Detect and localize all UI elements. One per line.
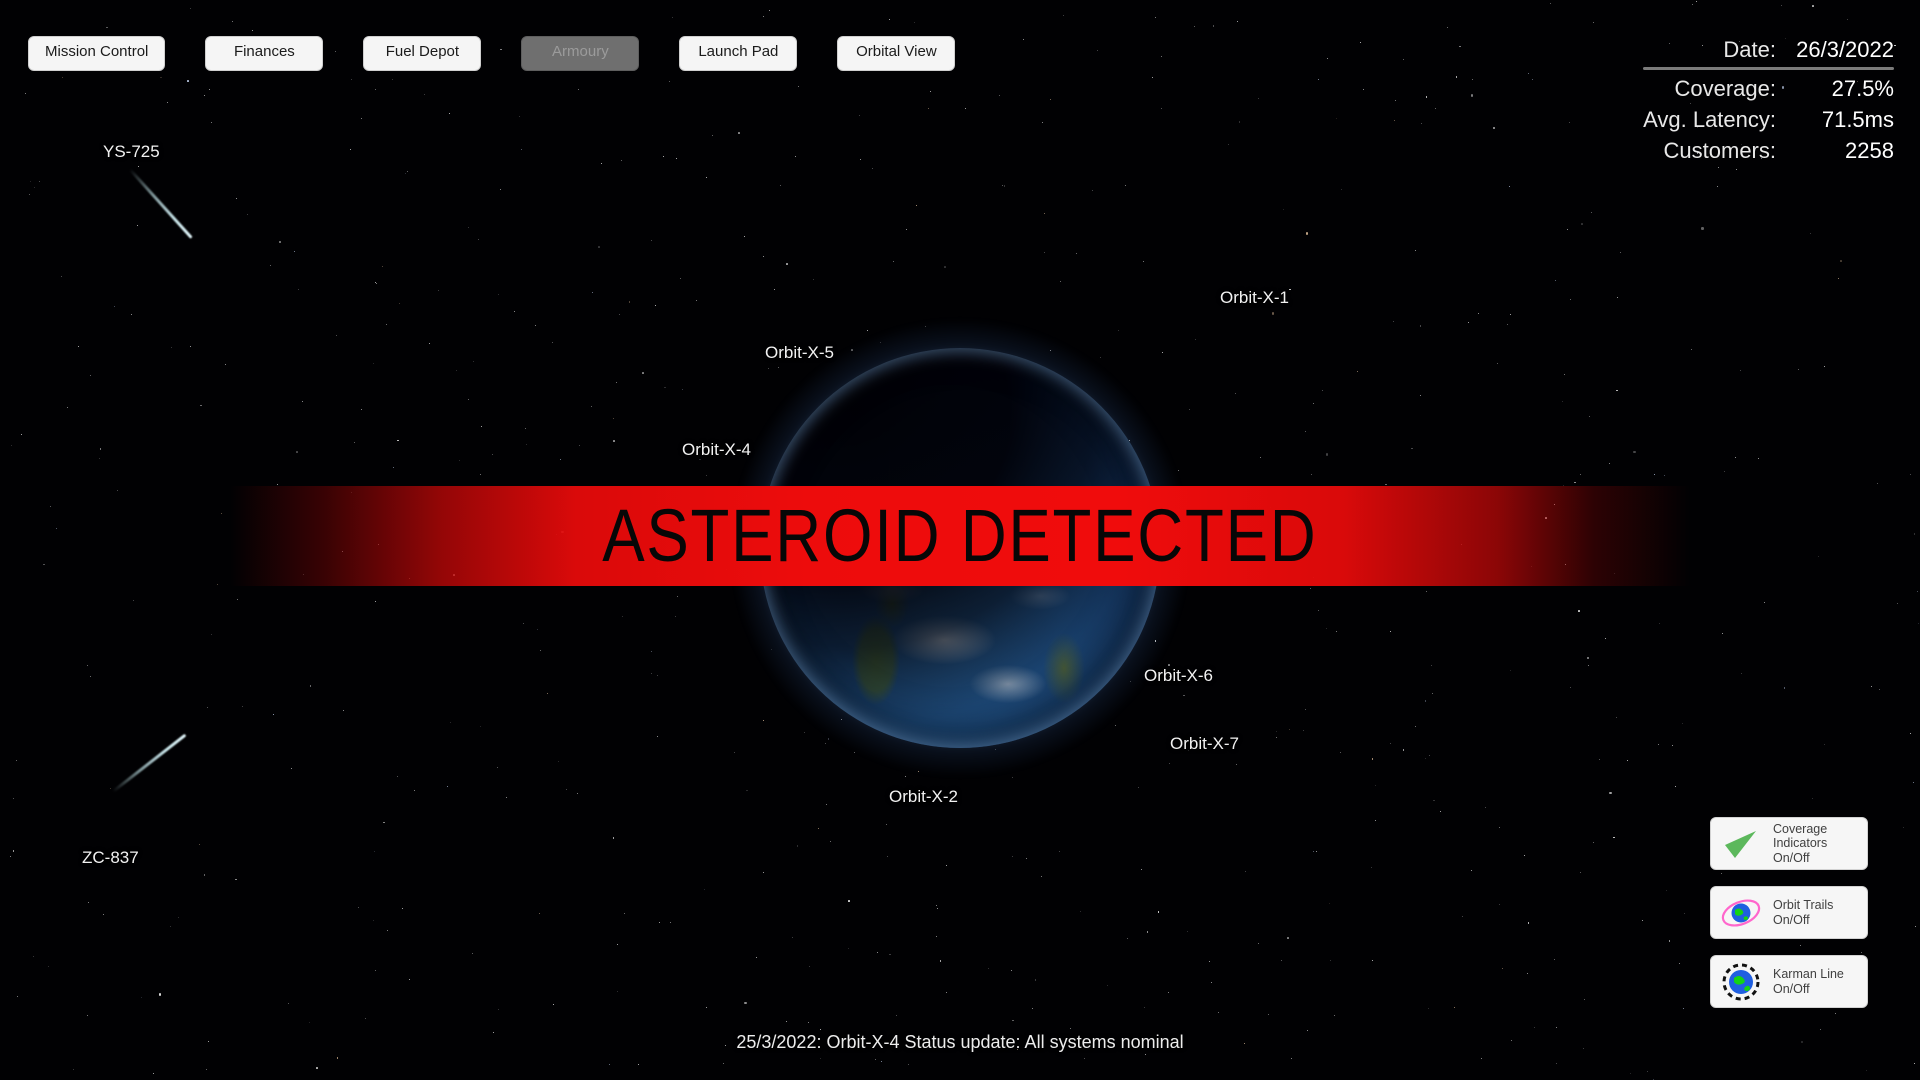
satellite-label-orbit-x-5[interactable]: Orbit-X-5 bbox=[765, 343, 834, 363]
stat-row-customers: Customers: 2258 bbox=[1643, 135, 1894, 166]
toggle-label-line3: On/Off bbox=[1773, 851, 1827, 866]
orbit-trail-icon bbox=[1720, 893, 1762, 933]
status-log-message: 25/3/2022: Orbit-X-4 Status update: All … bbox=[0, 1032, 1920, 1053]
stat-row-latency: Avg. Latency: 71.5ms bbox=[1643, 104, 1894, 135]
coverage-cone-icon bbox=[1719, 822, 1763, 866]
asteroid-label-ys-725: YS-725 bbox=[103, 142, 160, 162]
toggle-label-line2: On/Off bbox=[1773, 982, 1844, 997]
coverage-cone-icon bbox=[1721, 824, 1761, 864]
asteroid-trail bbox=[129, 168, 193, 238]
nav-button-armoury: Armoury bbox=[521, 36, 639, 71]
toggle-label-line1: Coverage bbox=[1773, 822, 1827, 837]
latency-value: 71.5ms bbox=[1790, 104, 1894, 135]
toggle-label: Orbit TrailsOn/Off bbox=[1773, 898, 1833, 927]
nav-button-launch-pad[interactable]: Launch Pad bbox=[679, 36, 797, 71]
karman-line-icon bbox=[1719, 960, 1763, 1004]
stats-divider bbox=[1643, 67, 1894, 70]
customers-value: 2258 bbox=[1790, 135, 1894, 166]
asteroid-label-zc-837: ZC-837 bbox=[82, 848, 139, 868]
nav-button-finances[interactable]: Finances bbox=[205, 36, 323, 71]
toggle-label: CoverageIndicatorsOn/Off bbox=[1773, 822, 1827, 866]
date-label: Date: bbox=[1723, 34, 1776, 65]
date-value: 26/3/2022 bbox=[1790, 34, 1894, 65]
earth-surface bbox=[760, 348, 1160, 748]
coverage-label: Coverage: bbox=[1674, 73, 1776, 104]
toggle-label: Karman LineOn/Off bbox=[1773, 967, 1844, 996]
asteroid-trail bbox=[112, 734, 186, 793]
nav-button-fuel-depot[interactable]: Fuel Depot bbox=[363, 36, 481, 71]
orbit-trail-icon bbox=[1719, 891, 1763, 935]
display-toggle-panel: CoverageIndicatorsOn/OffOrbit TrailsOn/O… bbox=[1710, 817, 1868, 1008]
toggle-label-line1: Karman Line bbox=[1773, 967, 1844, 982]
coverage-value: 27.5% bbox=[1790, 73, 1894, 104]
satellite-label-orbit-x-4[interactable]: Orbit-X-4 bbox=[682, 440, 751, 460]
toggle-orbit-trails[interactable]: Orbit TrailsOn/Off bbox=[1710, 886, 1868, 939]
stat-row-date: Date: 26/3/2022 bbox=[1643, 34, 1894, 65]
stat-row-coverage: Coverage: 27.5% bbox=[1643, 73, 1894, 104]
status-panel: Date: 26/3/2022 Coverage: 27.5% Avg. Lat… bbox=[1643, 34, 1894, 166]
satellite-label-orbit-x-2[interactable]: Orbit-X-2 bbox=[889, 787, 958, 807]
orbital-view-screen: Orbit-X-1 Orbit-X-5 Orbit-X-4 Orbit-X-6 Orbi… bbox=[0, 0, 1920, 1080]
toggle-karman-line[interactable]: Karman LineOn/Off bbox=[1710, 955, 1868, 1008]
satellite-label-orbit-x-1[interactable]: Orbit-X-1 bbox=[1220, 288, 1289, 308]
toggle-label-line2: Indicators bbox=[1773, 836, 1827, 851]
satellite-label-orbit-x-6[interactable]: Orbit-X-6 bbox=[1144, 666, 1213, 686]
earth-globe[interactable] bbox=[760, 348, 1160, 748]
toggle-coverage-indicators[interactable]: CoverageIndicatorsOn/Off bbox=[1710, 817, 1868, 870]
main-navigation: Mission Control Finances Fuel Depot Armoury… bbox=[28, 36, 955, 71]
toggle-label-line2: On/Off bbox=[1773, 913, 1833, 928]
nav-button-orbital-view[interactable]: Orbital View bbox=[837, 36, 955, 71]
nav-button-mission-control[interactable]: Mission Control bbox=[28, 36, 165, 71]
karman-line-icon bbox=[1720, 961, 1762, 1003]
toggle-label-line1: Orbit Trails bbox=[1773, 898, 1833, 913]
customers-label: Customers: bbox=[1664, 135, 1776, 166]
latency-label: Avg. Latency: bbox=[1643, 104, 1776, 135]
satellite-label-orbit-x-7[interactable]: Orbit-X-7 bbox=[1170, 734, 1239, 754]
